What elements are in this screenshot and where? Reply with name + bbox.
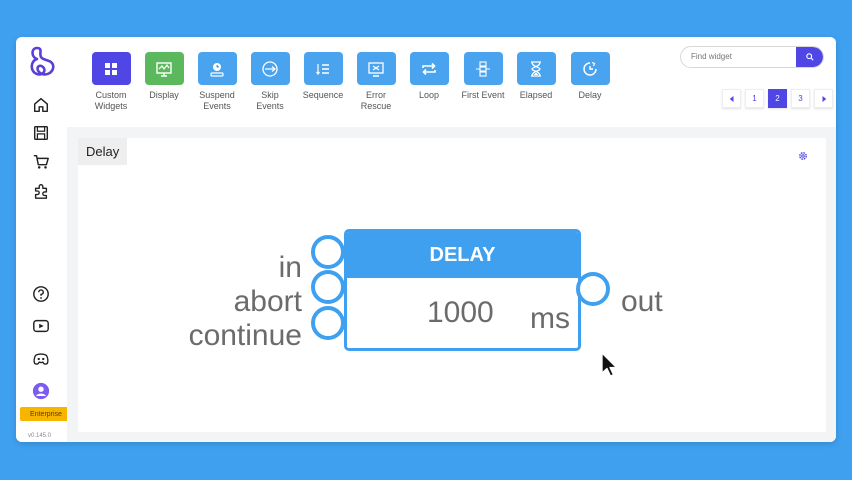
node-title: DELAY xyxy=(347,232,578,278)
tool-label: Elapsed xyxy=(519,90,553,100)
suspend-icon xyxy=(197,52,237,85)
port-label-in: in xyxy=(278,251,302,284)
search-button[interactable] xyxy=(796,47,823,67)
app-logo[interactable] xyxy=(27,45,57,79)
search-icon xyxy=(805,53,814,61)
panel-title: Delay xyxy=(78,138,128,165)
page-button-1[interactable]: 1 xyxy=(745,89,764,108)
workspace: Delay in abort continue DELAY 1000 ms ou… xyxy=(67,127,836,442)
port-label-out: out xyxy=(621,285,663,318)
tool-delay[interactable]: Delay xyxy=(560,52,620,101)
first-event-icon xyxy=(463,52,503,85)
delay-node[interactable]: DELAY 1000 ms xyxy=(344,229,581,351)
delay-unit: ms xyxy=(530,302,570,335)
tool-custom-widgets[interactable]: Custom Widgets xyxy=(81,52,141,112)
tool-skip-events[interactable]: Skip Events xyxy=(240,52,300,112)
port-out[interactable] xyxy=(576,272,610,306)
tool-suspend-events[interactable]: Suspend Events xyxy=(187,52,247,112)
clock-icon xyxy=(570,52,610,85)
page-button-3[interactable]: 3 xyxy=(791,89,810,108)
sidebar: Enterprise v0.145.0 xyxy=(16,37,72,442)
version-label: v0.145.0 xyxy=(28,433,52,439)
tool-label: Delay xyxy=(578,90,602,100)
port-continue[interactable] xyxy=(311,306,345,340)
tool-error-rescue[interactable]: Error Rescue xyxy=(346,52,406,112)
hourglass-icon xyxy=(516,52,556,85)
tool-label: Skip Events xyxy=(256,90,284,111)
widget-search xyxy=(680,46,824,68)
next-page-button[interactable] xyxy=(814,89,833,108)
tool-loop[interactable]: Loop xyxy=(399,52,459,101)
tool-label: Suspend Events xyxy=(199,90,235,111)
loop-icon xyxy=(409,52,449,85)
help-icon[interactable] xyxy=(31,284,51,304)
tool-label: First Event xyxy=(461,90,505,100)
app-window: Enterprise v0.145.0 Custom Widgets Displ… xyxy=(16,37,836,442)
tool-display[interactable]: Display xyxy=(134,52,194,101)
enterprise-badge: Enterprise xyxy=(20,407,72,421)
gear-icon[interactable] xyxy=(797,149,809,161)
mouse-cursor-icon xyxy=(601,352,618,377)
delay-value[interactable]: 1000 xyxy=(427,296,494,330)
save-icon[interactable] xyxy=(31,123,51,143)
tool-sequence[interactable]: Sequence xyxy=(293,52,353,101)
puzzle-icon[interactable] xyxy=(31,181,51,201)
port-in[interactable] xyxy=(311,235,345,269)
sequence-icon xyxy=(303,52,343,85)
home-icon[interactable] xyxy=(31,95,51,115)
chevron-right-icon xyxy=(822,95,826,102)
grid-icon xyxy=(91,52,131,85)
tool-label: Loop xyxy=(418,90,440,100)
port-label-continue: continue xyxy=(188,319,302,352)
pagination: 1 2 3 xyxy=(722,89,833,108)
widget-toolbar: Custom Widgets Display Suspend Events Sk… xyxy=(67,37,836,127)
tool-elapsed[interactable]: Elapsed xyxy=(506,52,566,101)
discord-icon[interactable] xyxy=(31,349,51,369)
cart-icon[interactable] xyxy=(31,152,51,172)
widget-preview-panel: Delay in abort continue DELAY 1000 ms ou… xyxy=(78,138,826,432)
page-button-2[interactable]: 2 xyxy=(768,89,787,108)
port-abort[interactable] xyxy=(311,270,345,304)
tool-label: Display xyxy=(149,90,179,100)
skip-icon xyxy=(250,52,290,85)
tool-first-event[interactable]: First Event xyxy=(453,52,513,101)
user-avatar-icon[interactable] xyxy=(31,381,51,401)
tool-label: Sequence xyxy=(302,90,344,100)
error-rescue-icon xyxy=(356,52,396,85)
chevron-left-icon xyxy=(729,95,733,102)
youtube-icon[interactable] xyxy=(31,316,51,336)
search-input[interactable] xyxy=(691,52,791,61)
port-label-abort: abort xyxy=(233,285,302,318)
tool-label: Error Rescue xyxy=(360,90,392,111)
monitor-icon xyxy=(144,52,184,85)
prev-page-button[interactable] xyxy=(722,89,741,108)
tool-label: Custom Widgets xyxy=(94,90,128,111)
